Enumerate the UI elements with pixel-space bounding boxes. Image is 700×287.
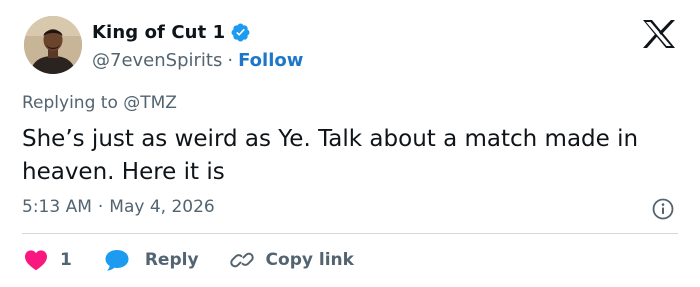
verified-badge-icon <box>230 22 251 43</box>
divider <box>22 233 678 234</box>
action-bar: 1 Reply Copy link <box>22 246 354 274</box>
separator-dot: · <box>227 49 234 71</box>
author-block: King of Cut 1 @7evenSpirits · Follow <box>92 19 303 73</box>
link-icon <box>229 248 255 272</box>
speech-bubble-icon <box>104 248 130 272</box>
author-handle[interactable]: @7evenSpirits <box>92 50 222 71</box>
tweet-time: 5:13 AM <box>22 197 92 217</box>
timestamp-separator: · <box>97 197 104 217</box>
heart-icon <box>24 249 48 271</box>
follow-button[interactable]: Follow <box>238 50 303 71</box>
reply-context: Replying to @TMZ <box>22 93 177 113</box>
avatar[interactable] <box>24 16 82 74</box>
copy-link-label: Copy link <box>265 250 354 270</box>
info-icon[interactable] <box>651 197 675 221</box>
tweet-text: She’s just as weird as Ye. Talk about a … <box>22 126 639 185</box>
x-logo-icon[interactable] <box>640 19 678 49</box>
tweet-timestamp[interactable]: 5:13 AM · May 4, 2026 <box>22 197 215 217</box>
like-count: 1 <box>60 250 72 270</box>
reply-button[interactable]: Reply <box>104 248 199 272</box>
copy-link-button[interactable]: Copy link <box>229 248 354 272</box>
reply-label: Reply <box>144 250 199 270</box>
tweet-date: May 4, 2026 <box>109 197 215 217</box>
author-name[interactable]: King of Cut 1 <box>92 22 225 43</box>
like-button[interactable]: 1 <box>24 249 72 271</box>
